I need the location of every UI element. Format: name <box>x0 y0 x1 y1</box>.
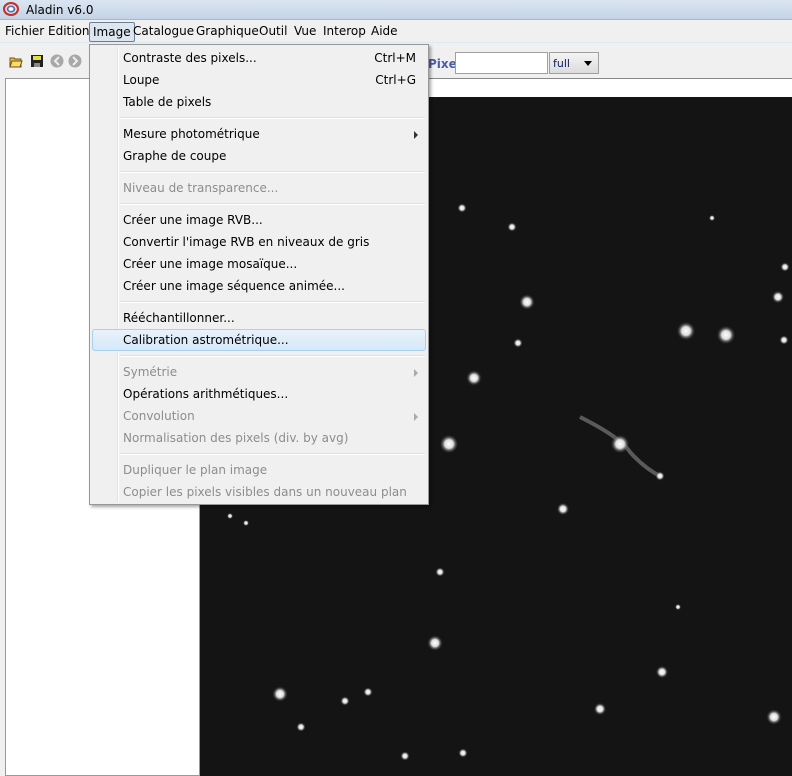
menu-item[interactable]: Créer une image RVB... <box>92 209 426 231</box>
menu-catalogue[interactable]: Catalogue <box>130 22 197 42</box>
menu-item[interactable]: Calibration astrométrique... <box>92 329 426 351</box>
menu-item[interactable]: Contraste des pixels... Ctrl+M <box>92 47 426 69</box>
window-title: Aladin v6.0 <box>26 3 94 17</box>
star <box>676 321 696 341</box>
menu-image[interactable]: Image <box>89 22 135 42</box>
submenu-arrow-icon <box>414 131 418 139</box>
star <box>457 203 467 213</box>
submenu-arrow-icon <box>414 369 418 377</box>
menu-separator <box>120 355 425 357</box>
menu-separator <box>120 301 425 303</box>
menu-bar: Fichier Edition Image Catalogue Graphique Out… <box>0 20 792 43</box>
menu-item-label: Dupliquer le plan image <box>123 463 268 477</box>
star <box>556 502 570 516</box>
star <box>593 702 607 716</box>
star <box>507 222 517 232</box>
forward-icon[interactable] <box>68 54 82 68</box>
star <box>674 603 682 611</box>
menu-item: Niveau de transparence... <box>92 177 426 199</box>
menu-outil[interactable]: Outil <box>256 22 290 42</box>
menu-separator <box>120 117 425 119</box>
pixel-mode-value: full <box>553 57 570 70</box>
star <box>340 696 350 706</box>
star <box>708 214 716 222</box>
star <box>513 338 523 348</box>
menu-item-label: Symétrie <box>123 365 178 379</box>
menu-item: Convolution <box>92 405 426 427</box>
star <box>466 370 482 386</box>
star <box>427 635 443 651</box>
pixel-value-field[interactable] <box>455 52 548 74</box>
menu-vue[interactable]: Vue <box>291 22 319 42</box>
menu-item-shortcut: Ctrl+M <box>374 51 416 65</box>
menu-item-label: Table de pixels <box>123 95 212 109</box>
menu-item-label: Graphe de coupe <box>123 149 227 163</box>
star <box>655 665 669 679</box>
menu-item-label: Opérations arithmétiques... <box>123 387 289 401</box>
menu-item-label: Copier les pixels visibles dans un nouve… <box>123 485 407 499</box>
menu-graphique[interactable]: Graphique <box>193 22 262 42</box>
menu-item-label: Calibration astrométrique... <box>123 333 289 347</box>
title-bar: Aladin v6.0 <box>0 0 792 20</box>
menu-item-label: Créer une image RVB... <box>123 213 263 227</box>
menu-item[interactable]: Opérations arithmétiques... <box>92 383 426 405</box>
menu-item[interactable]: Table de pixels <box>92 91 426 113</box>
star <box>771 290 785 304</box>
menu-separator <box>120 453 425 455</box>
star <box>780 262 790 272</box>
menu-item-label: Normalisation des pixels (div. by avg) <box>123 431 349 445</box>
menu-item[interactable]: Rééchantillonner... <box>92 307 426 329</box>
star <box>226 512 234 520</box>
menu-edition[interactable]: Edition <box>45 22 93 42</box>
menu-item-label: Mesure photométrique <box>123 127 260 141</box>
menu-separator <box>120 171 425 173</box>
menu-aide[interactable]: Aide <box>368 22 401 42</box>
back-icon[interactable] <box>50 54 64 68</box>
menu-item-label: Créer une image séquence animée... <box>123 279 345 293</box>
menu-item[interactable]: Graphe de coupe <box>92 145 426 167</box>
star <box>766 709 782 725</box>
image-menu-dropdown: Contraste des pixels... Ctrl+M Loupe Ctrl+G… <box>89 44 429 505</box>
submenu-arrow-icon <box>414 413 418 421</box>
menu-item[interactable]: Mesure photométrique <box>92 123 426 145</box>
menu-interop[interactable]: Interop <box>320 22 369 42</box>
menu-item[interactable]: Convertir l'image RVB en niveaux de gris <box>92 231 426 253</box>
chevron-down-icon <box>584 61 592 66</box>
menu-item-label: Créer une image mosaïque... <box>123 257 298 271</box>
star <box>400 751 410 761</box>
pixel-mode-select[interactable]: full <box>549 52 599 74</box>
menu-item-shortcut: Ctrl+G <box>375 73 416 87</box>
star <box>458 748 468 758</box>
menu-separator <box>120 203 425 205</box>
menu-item-label: Convertir l'image RVB en niveaux de gris <box>123 235 370 249</box>
star <box>655 471 665 481</box>
open-folder-icon[interactable] <box>9 54 23 68</box>
menu-item: Symétrie <box>92 361 426 383</box>
star <box>439 434 459 454</box>
star <box>716 325 736 345</box>
menu-item: Copier les pixels visibles dans un nouve… <box>92 481 426 503</box>
menu-item-label: Niveau de transparence... <box>123 181 279 195</box>
menu-item[interactable]: Loupe Ctrl+G <box>92 69 426 91</box>
star <box>435 567 445 577</box>
menu-item[interactable]: Créer une image mosaïque... <box>92 253 426 275</box>
menu-item-label: Contraste des pixels... <box>123 51 257 65</box>
star <box>519 294 535 310</box>
star <box>296 722 306 732</box>
menu-item-label: Rééchantillonner... <box>123 311 235 325</box>
menu-item: Normalisation des pixels (div. by avg) <box>92 427 426 449</box>
star <box>779 335 789 345</box>
save-icon[interactable] <box>30 54 44 68</box>
menu-item-label: Loupe <box>123 73 160 87</box>
star <box>610 434 630 454</box>
menu-item: Dupliquer le plan image <box>92 459 426 481</box>
star <box>272 686 288 702</box>
menu-item[interactable]: Créer une image séquence animée... <box>92 275 426 297</box>
star <box>242 519 250 527</box>
star <box>363 687 373 697</box>
menu-fichier[interactable]: Fichier <box>2 22 47 42</box>
menu-item-label: Convolution <box>123 409 195 423</box>
aladin-logo-icon <box>3 2 19 16</box>
